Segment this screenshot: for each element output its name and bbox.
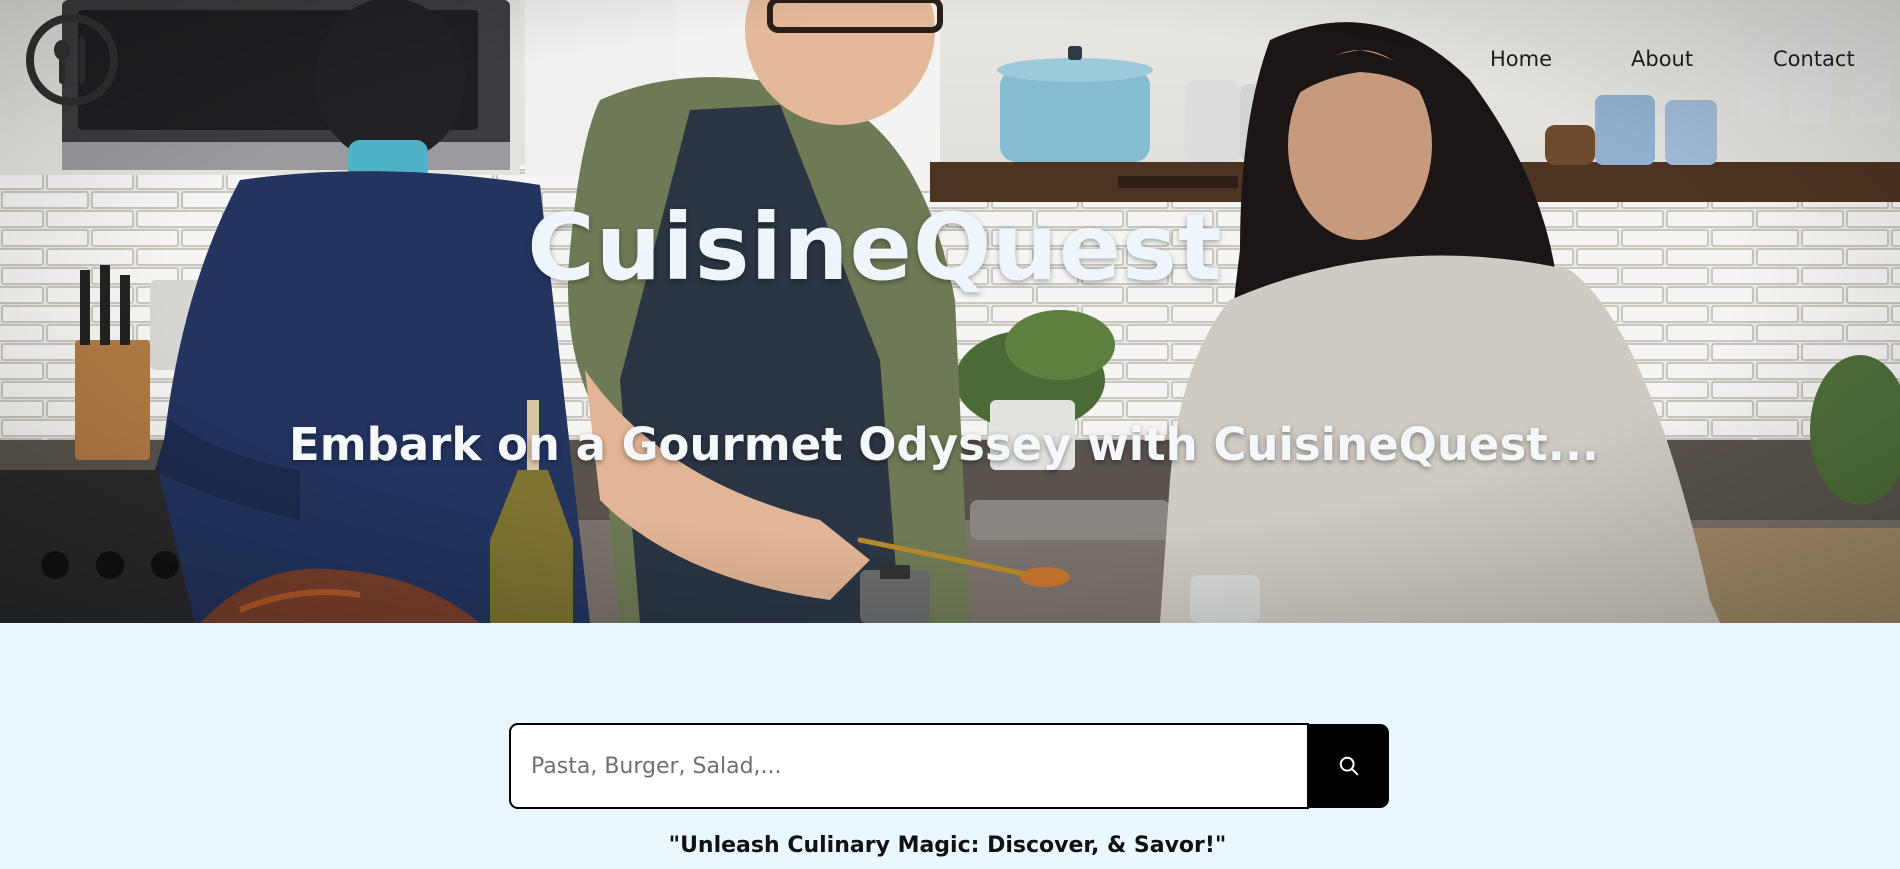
tagline: "Unleash Culinary Magic: Discover, & Sav… bbox=[668, 833, 1227, 858]
main-nav: Home About Contact bbox=[0, 47, 1900, 77]
hero-subtitle: Embark on a Gourmet Odyssey with Cuisine… bbox=[288, 418, 1600, 471]
search-icon bbox=[1339, 756, 1359, 776]
nav-contact-link[interactable]: Contact bbox=[1773, 47, 1855, 71]
hero-banner: Home About Contact CuisineQuest Embark o… bbox=[0, 0, 1900, 623]
search-bar bbox=[509, 723, 1389, 809]
nav-about-link[interactable]: About bbox=[1631, 47, 1693, 71]
search-button[interactable] bbox=[1309, 724, 1389, 808]
hero-title: CuisineQuest bbox=[527, 194, 1223, 301]
hero-background-photo bbox=[0, 0, 1900, 623]
search-input[interactable] bbox=[509, 723, 1309, 809]
nav-home-link[interactable]: Home bbox=[1490, 47, 1552, 71]
